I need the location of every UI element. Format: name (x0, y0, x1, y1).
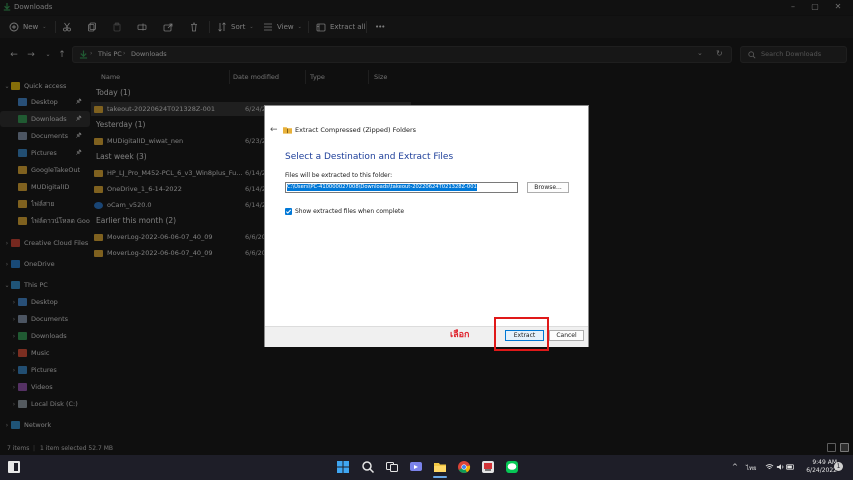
cancel-button[interactable]: Cancel (549, 330, 584, 341)
clock-time: 9:49 AM (812, 459, 837, 466)
teams-chat-icon[interactable] (409, 460, 423, 474)
search-icon[interactable] (361, 460, 375, 474)
show-files-label: Show extracted files when complete (295, 208, 405, 215)
battery-icon[interactable] (786, 463, 795, 471)
dialog-title: Extract Compressed (Zipped) Folders (295, 126, 417, 134)
task-view-icon[interactable] (385, 460, 399, 474)
destination-path-field[interactable]: C:\Users\PC-410000027008\Downloads\takeo… (285, 182, 518, 193)
widgets-icon[interactable] (8, 461, 20, 473)
destination-label: Files will be extracted to this folder: (285, 172, 393, 179)
show-files-checkbox[interactable] (285, 208, 292, 215)
language-indicator[interactable]: ไทย (746, 463, 757, 473)
checkmark-icon (285, 209, 292, 214)
tray-overflow-icon[interactable]: ^ (732, 463, 738, 471)
destination-path-value: C:\Users\PC-410000027008\Downloads\takeo… (287, 184, 477, 191)
start-icon[interactable] (336, 460, 350, 474)
clock[interactable]: 9:49 AM 6/24/2022 (797, 459, 837, 475)
extract-dialog: ← Extract Compressed (Zipped) Folders Se… (264, 105, 589, 347)
chrome-icon[interactable] (457, 460, 471, 474)
snipping-tool-icon[interactable] (481, 460, 495, 474)
clock-date: 6/24/2022 (806, 467, 837, 474)
taskbar: ^ ไทย 1 (0, 455, 853, 480)
volume-icon[interactable] (776, 463, 785, 471)
file-explorer-icon[interactable] (433, 460, 447, 474)
browse-button[interactable]: Browse... (527, 182, 569, 193)
active-app-indicator (433, 476, 447, 478)
zip-folder-icon (283, 127, 292, 134)
line-app-icon[interactable] (505, 460, 519, 474)
dialog-heading: Select a Destination and Extract Files (285, 152, 454, 162)
highlight-box (494, 317, 549, 351)
dialog-back-icon[interactable]: ← (270, 125, 278, 135)
wifi-icon[interactable] (765, 463, 774, 471)
annotation-text: เลือก (450, 330, 470, 340)
